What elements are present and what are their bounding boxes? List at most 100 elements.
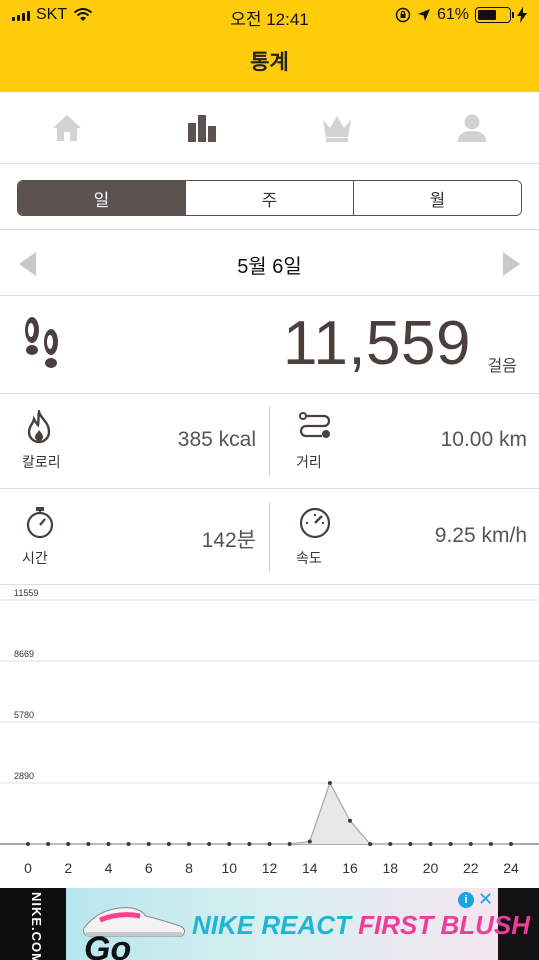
x-tick-label: 20 <box>423 860 439 876</box>
data-point <box>207 842 212 846</box>
top-bar: SKT 오전 12:41 61% 통계 <box>0 0 539 92</box>
date-navigation: 5월 6일 <box>0 230 539 296</box>
x-tick-label: 22 <box>463 860 479 876</box>
y-tick-label: 5780 <box>14 710 34 720</box>
crown-icon <box>322 115 351 142</box>
charging-bolt-icon <box>517 7 527 23</box>
y-tick-label: 11559 <box>14 588 38 598</box>
data-point <box>327 780 332 785</box>
data-point <box>126 842 131 846</box>
ad-go-text: Go <box>84 930 132 960</box>
stats-row-1: 칼로리 385 kcal 거리 10.00 km <box>0 394 539 489</box>
battery-percent: 61% <box>436 6 469 23</box>
ad-close-icon[interactable]: ✕ <box>478 889 493 910</box>
x-tick-label: 18 <box>382 860 398 876</box>
series-line <box>28 781 511 845</box>
tab-home[interactable] <box>0 92 135 163</box>
calories-stat: 칼로리 385 kcal <box>16 394 266 489</box>
data-point <box>287 842 292 846</box>
battery-icon <box>475 7 514 23</box>
data-point <box>86 842 91 846</box>
time-label: 시간 <box>22 550 48 566</box>
x-tick-label: 24 <box>503 860 519 876</box>
data-point <box>448 842 453 846</box>
data-point <box>428 842 433 846</box>
time-value: 142분 <box>201 529 256 552</box>
data-point <box>348 818 352 823</box>
x-tick-label: 2 <box>64 860 72 876</box>
ad-headline: NIKE REACT FIRST BLUSH <box>192 910 530 941</box>
data-point <box>408 842 413 846</box>
x-tick-label: 16 <box>342 860 358 876</box>
period-month-button[interactable]: 월 <box>354 181 521 215</box>
route-icon <box>299 412 331 443</box>
tab-profile[interactable] <box>404 92 539 163</box>
flame-icon <box>27 410 51 444</box>
location-arrow-icon <box>417 9 430 21</box>
stats-row-2: 시간 142분 속도 9.25 km/h <box>0 490 539 585</box>
home-icon <box>53 114 82 141</box>
calories-label: 칼로리 <box>22 454 61 470</box>
ad-headline-a: NIKE REACT <box>192 910 351 940</box>
ad-info-icon[interactable]: i <box>458 892 474 908</box>
speedometer-icon <box>299 507 331 539</box>
data-point <box>388 842 393 846</box>
x-tick-label: 10 <box>221 860 237 876</box>
hourly-steps-chart: 11559 8669 5780 2890 0 2 4 6 8 10 12 14 16 18 20 22 24 <box>0 585 539 888</box>
data-point <box>166 842 171 846</box>
stats-divider <box>269 406 270 476</box>
ad-banner[interactable]: NIKE.COM Go NIKE REACT FIRST BLUSH i ✕ <box>0 888 539 960</box>
data-point <box>368 842 373 846</box>
distance-label: 거리 <box>296 454 322 470</box>
next-date-button[interactable] <box>503 252 520 276</box>
data-point <box>267 842 272 846</box>
steps-value: 11,559 <box>282 309 471 378</box>
data-point <box>307 839 312 844</box>
person-icon <box>457 114 486 142</box>
data-point <box>227 842 232 846</box>
data-point <box>66 842 71 846</box>
distance-stat: 거리 10.00 km <box>290 394 537 489</box>
date-label: 5월 6일 <box>237 256 302 278</box>
stopwatch-icon <box>26 507 54 539</box>
nav-tabs <box>0 92 539 164</box>
data-point <box>488 842 493 846</box>
tab-ranking[interactable] <box>270 92 405 163</box>
ad-brand: NIKE.COM <box>29 892 44 960</box>
tab-statistics[interactable] <box>135 92 270 163</box>
speed-label: 속도 <box>296 550 322 566</box>
speed-stat: 속도 9.25 km/h <box>290 490 537 585</box>
calories-value: 385 kcal <box>177 428 256 451</box>
data-point <box>187 842 191 846</box>
ad-brand-strip: NIKE.COM <box>0 888 66 960</box>
distance-value: 10.00 km <box>440 428 527 451</box>
x-tick-label: 0 <box>24 860 32 876</box>
data-point <box>146 842 151 846</box>
footprints-icon <box>25 317 58 368</box>
stats-divider <box>269 502 270 572</box>
bar-chart-icon <box>188 114 217 142</box>
steps-summary: 11,559 걸음 <box>0 296 539 394</box>
status-bar: SKT 오전 12:41 61% <box>0 0 539 30</box>
page-title: 통계 <box>250 51 289 74</box>
period-day-button[interactable]: 일 <box>18 181 186 215</box>
area-fill <box>28 782 511 844</box>
data-point <box>46 842 51 846</box>
data-point <box>26 842 30 846</box>
x-tick-label: 14 <box>302 860 318 876</box>
y-tick-label: 8669 <box>14 649 34 659</box>
y-tick-label: 2890 <box>14 771 34 781</box>
time-stat: 시간 142분 <box>16 490 266 585</box>
x-tick-label: 4 <box>105 860 113 876</box>
x-tick-label: 6 <box>145 860 153 876</box>
orientation-lock-icon <box>395 7 411 23</box>
data-point <box>247 842 252 846</box>
data-point <box>468 842 473 846</box>
period-week-button[interactable]: 주 <box>186 181 354 215</box>
x-tick-label: 12 <box>262 860 278 876</box>
period-selector-area: 일 주 월 <box>0 164 539 230</box>
data-point <box>509 842 513 846</box>
chart-svg: 115598669578028900 2 4 6 8 10 12 14 16 18 20 22 24 <box>0 588 539 876</box>
speed-value: 9.25 km/h <box>434 524 527 547</box>
x-tick-label: 8 <box>185 860 193 876</box>
